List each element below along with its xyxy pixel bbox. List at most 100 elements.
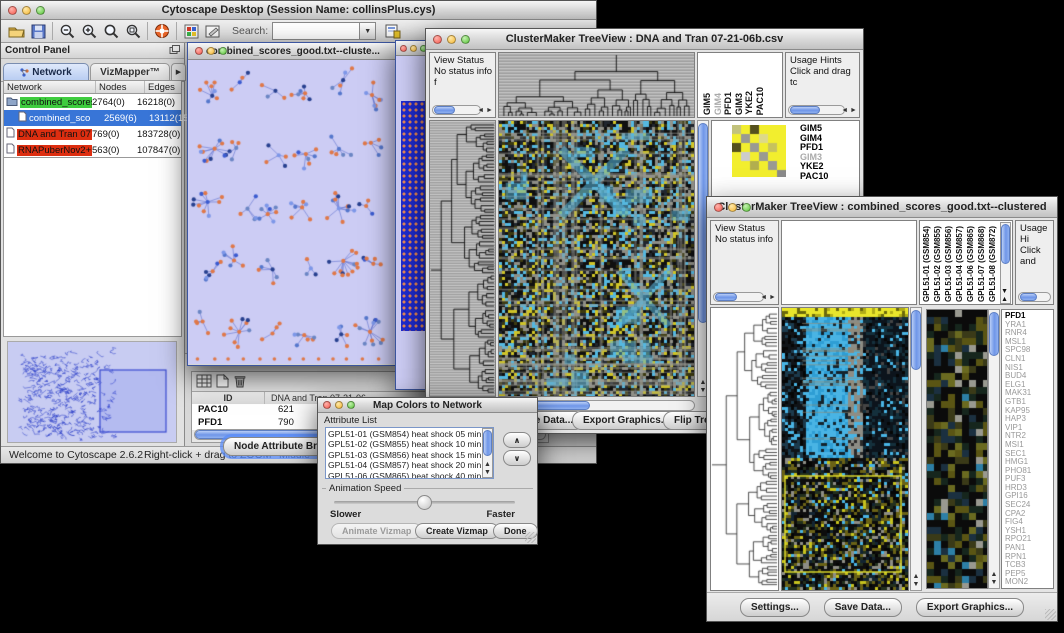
open-session-icon[interactable]	[5, 21, 27, 41]
minimize-icon[interactable]	[22, 6, 31, 15]
resize-grip[interactable]	[525, 532, 536, 543]
close-icon[interactable]	[400, 45, 407, 52]
tv2-collabel-vscrollbar[interactable]: ▲▼	[1000, 222, 1011, 304]
zoom-window-icon[interactable]	[219, 47, 227, 55]
file-icon	[18, 111, 27, 125]
tab-network[interactable]: Network	[3, 63, 89, 81]
float-panel-icon[interactable]	[169, 42, 180, 60]
minimize-icon[interactable]	[207, 47, 215, 55]
tv2-zoom-heatmap[interactable]	[926, 309, 988, 589]
annotation-icon[interactable]	[202, 21, 224, 41]
tv1-row-label[interactable]: PAC10	[800, 172, 828, 182]
save-session-icon[interactable]	[27, 21, 49, 41]
attribute-browser-icon[interactable]	[382, 21, 404, 41]
attribute-list-item[interactable]: GPL51-03 (GSM856) heat shock 15 min	[328, 450, 480, 460]
tv2-zoom-vscrollbar[interactable]: ▲▼	[988, 309, 1000, 589]
close-icon[interactable]	[8, 6, 17, 15]
tv2-hints-hscrollbar[interactable]	[1018, 292, 1051, 302]
edge-count: 183728(0)	[137, 129, 181, 140]
close-icon[interactable]	[323, 401, 331, 409]
attribute-list-item[interactable]: GPL51-06 (GSM865) heat shock 40 min	[328, 471, 480, 479]
vizmapper-icon[interactable]	[180, 21, 202, 41]
tv2-heatmap[interactable]	[781, 307, 909, 591]
network-table-header[interactable]: Network Nodes Edges	[3, 80, 182, 94]
search-input[interactable]	[272, 22, 360, 40]
minimize-icon[interactable]	[335, 401, 343, 409]
tv1-gene-dendrogram[interactable]	[429, 120, 496, 397]
network-name: combined_scores	[20, 97, 92, 108]
network-view-titlebar[interactable]: combined_scores_good.txt--cluste...	[188, 43, 398, 60]
tv2-column-label: GPL51-01 (GSM854)	[922, 226, 931, 302]
search-combo[interactable]: ▼	[272, 22, 376, 40]
save-data-button[interactable]: Save Data...	[824, 598, 902, 617]
zoom-in-icon[interactable]	[78, 21, 100, 41]
tv1-usage-hints: Usage HintsClick and drag tc ◄ ►	[785, 52, 860, 118]
create-vizmap-button[interactable]: Create Vizmap	[415, 523, 499, 539]
tv1-hints-hscrollbar[interactable]	[788, 105, 845, 115]
search-label: Search:	[232, 25, 268, 37]
network-overview-thumbnail[interactable]	[7, 341, 177, 443]
edge-count: 13112(15)	[149, 113, 192, 124]
zoom-window-icon[interactable]	[461, 35, 470, 44]
minimize-icon[interactable]	[447, 35, 456, 44]
tv1-column-label: GIM4	[713, 93, 723, 115]
network-list-row[interactable]: DNA and Tran 07769(0)183728(0)	[4, 126, 181, 142]
network-canvas[interactable]	[188, 60, 396, 364]
map-colors-dialog: Map Colors to Network Attribute List GPL…	[317, 397, 538, 545]
zoom-window-icon[interactable]	[742, 203, 751, 212]
tab-overflow-icon[interactable]: ▶	[171, 63, 186, 81]
attribute-list[interactable]: GPL51-01 (GSM854) heat shock 05 minGPL51…	[325, 427, 494, 479]
tv1-column-dendrogram[interactable]	[498, 52, 695, 118]
tv2-gene-dendrogram[interactable]	[710, 307, 779, 591]
animation-speed-slider-thumb[interactable]	[417, 495, 432, 510]
move-up-button[interactable]: ∧	[503, 432, 531, 448]
zoom-selected-icon[interactable]	[122, 21, 144, 41]
treeview-combined-titlebar[interactable]: ClusterMaker TreeView : combined_scores_…	[707, 197, 1057, 218]
dialog-titlebar[interactable]: Map Colors to Network	[318, 398, 537, 413]
tv2-heatmap-vscrollbar[interactable]: ▲▼	[910, 307, 922, 591]
scroll-arrows[interactable]: ◄ ►	[760, 294, 776, 301]
close-icon[interactable]	[714, 203, 723, 212]
export-graphics-button[interactable]: Export Graphics...	[916, 598, 1024, 617]
minimize-icon[interactable]	[410, 45, 417, 52]
tv1-column-label: YKE2	[744, 91, 754, 115]
network-list-row[interactable]: RNAPuberNov2+563(0)107847(0)	[4, 142, 181, 158]
attribute-list-item[interactable]: GPL51-01 (GSM854) heat shock 05 min	[328, 429, 480, 439]
zoom-window-icon[interactable]	[36, 6, 45, 15]
attribute-list-vscrollbar[interactable]: ▲▼	[482, 428, 493, 478]
zoom-fit-icon[interactable]	[100, 21, 122, 41]
tv1-status-hscrollbar[interactable]	[432, 105, 481, 115]
move-down-button[interactable]: ∨	[503, 450, 531, 466]
treeview-dna-titlebar[interactable]: ClusterMaker TreeView : DNA and Tran 07-…	[426, 29, 863, 50]
zoom-out-icon[interactable]	[56, 21, 78, 41]
help-icon[interactable]	[151, 21, 173, 41]
zoom-window-icon[interactable]	[347, 401, 355, 409]
attribute-list-item[interactable]: GPL51-04 (GSM857) heat shock 20 min	[328, 460, 480, 470]
scroll-arrows[interactable]: ◄ ►	[841, 107, 857, 114]
search-dropdown-icon[interactable]: ▼	[360, 22, 376, 40]
tv2-row-label[interactable]: MON2	[1005, 578, 1053, 587]
attribute-list-item[interactable]: GPL51-02 (GSM855) heat shock 10 min	[328, 439, 480, 449]
window-controls[interactable]	[8, 1, 45, 19]
network-list-row[interactable]: combined_sco2569(6)13112(15)	[4, 110, 181, 126]
scroll-arrows[interactable]: ◄ ►	[477, 107, 493, 114]
treeview-combined-window: ClusterMaker TreeView : combined_scores_…	[706, 196, 1058, 622]
network-list-row[interactable]: combined_scores2764(0)16218(0)	[4, 94, 181, 110]
resize-grip[interactable]	[1045, 609, 1056, 620]
network-name: RNAPuberNov2+	[17, 145, 92, 156]
tv2-column-label: GPL51-02 (GSM855)	[933, 226, 942, 302]
tv1-zoom-heatmap[interactable]	[732, 125, 786, 177]
tv1-heatmap[interactable]	[498, 120, 695, 397]
settings-button[interactable]: Settings...	[740, 598, 810, 617]
tv2-status-hscrollbar[interactable]	[713, 292, 764, 302]
close-icon[interactable]	[433, 35, 442, 44]
main-titlebar[interactable]: Cytoscape Desktop (Session Name: collins…	[1, 1, 596, 20]
status-welcome: Welcome to Cytoscape 2.6.2	[9, 449, 143, 461]
file-icon	[6, 127, 15, 141]
minimize-icon[interactable]	[728, 203, 737, 212]
close-icon[interactable]	[195, 47, 203, 55]
edge-count: 107847(0)	[137, 145, 181, 156]
dialog-title: Map Colors to Network	[373, 400, 482, 411]
animate-vizmap-button[interactable]: Animate Vizmap	[331, 523, 422, 539]
tab-vizmapper[interactable]: VizMapper™	[90, 63, 170, 81]
